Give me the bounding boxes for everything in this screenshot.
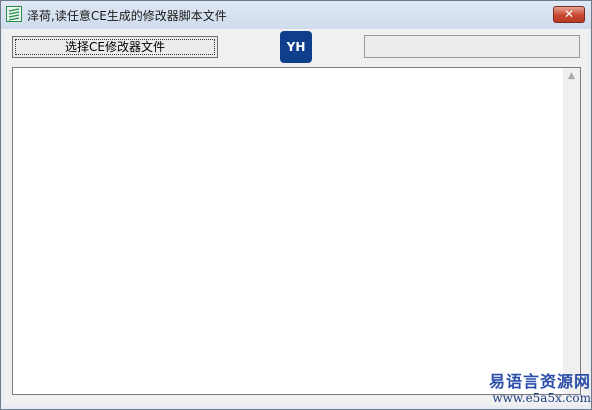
vertical-scrollbar[interactable]: ▲	[563, 68, 580, 394]
file-path-field[interactable]	[364, 35, 580, 58]
window-title: 泽荷,读任意CE生成的修改器脚本文件	[27, 9, 227, 23]
main-window: 泽荷,读任意CE生成的修改器脚本文件 ✕ 选择CE修改器文件 YH ▲ 易语言资…	[0, 0, 592, 410]
close-button[interactable]: ✕	[553, 6, 585, 23]
watermark-url: www.e5a5x.com	[492, 391, 591, 405]
client-area: 选择CE修改器文件 YH ▲	[4, 29, 588, 405]
select-ce-file-button[interactable]: 选择CE修改器文件	[12, 36, 218, 58]
watermark: 易语言资源网 www.e5a5x.com	[471, 372, 591, 406]
yh-logo: YH	[280, 31, 312, 63]
scroll-up-arrow-icon[interactable]: ▲	[563, 68, 580, 85]
title-bar[interactable]: 泽荷,读任意CE生成的修改器脚本文件 ✕	[1, 1, 591, 29]
app-icon	[6, 6, 22, 22]
watermark-chinese: 易语言资源网	[488, 372, 591, 391]
script-content-area[interactable]: ▲	[12, 67, 581, 395]
